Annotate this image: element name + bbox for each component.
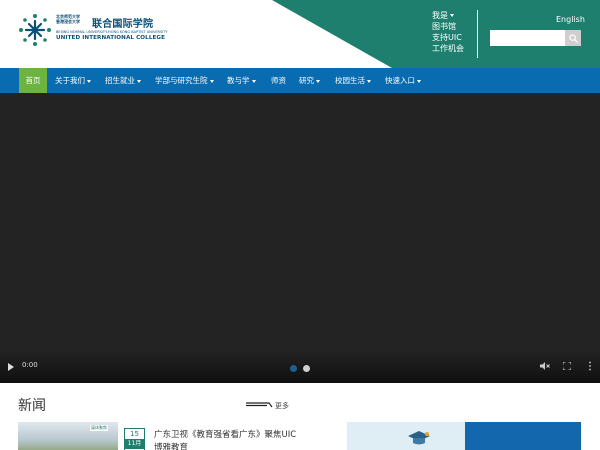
slide-dot-1[interactable] bbox=[290, 365, 297, 372]
search-input[interactable] bbox=[490, 30, 565, 46]
logo-partner-names: 北京师范大学 香港浸会大学 bbox=[56, 14, 92, 24]
chevron-down-icon bbox=[137, 79, 141, 83]
quick-link-iam-label: 我是 bbox=[432, 11, 448, 20]
chevron-down-icon bbox=[209, 79, 214, 83]
nav-item-about[interactable]: 关于我们 bbox=[55, 68, 91, 93]
news-headline-link[interactable]: 广东卫视《教育强省看广东》聚焦UIC博雅教育 bbox=[154, 429, 304, 450]
nav-item-research[interactable]: 研究 bbox=[299, 68, 320, 93]
chevron-down-icon bbox=[316, 79, 320, 83]
search-icon bbox=[568, 33, 578, 43]
news-thumbnail[interactable]: 媒体聚焦 bbox=[18, 422, 118, 450]
news-more-link[interactable]: 更多 bbox=[245, 400, 295, 412]
nav-item-faculties-label: 学部与研究生院 bbox=[155, 76, 208, 85]
site-header: 北京师范大学 香港浸会大学 联合国际学院 BEIJING NORMAL UNIV… bbox=[0, 0, 600, 68]
nav-item-quick-access[interactable]: 快速入口 bbox=[385, 68, 421, 93]
slide-dot-2[interactable] bbox=[303, 365, 310, 372]
nav-item-admissions[interactable]: 招生就业 bbox=[105, 68, 141, 93]
nav-item-faculty-staff[interactable]: 师资 bbox=[271, 68, 286, 93]
arrow-right-icon bbox=[246, 402, 273, 408]
chevron-down-icon bbox=[87, 79, 91, 83]
logo-english-partners: BEIJING NORMAL UNIVERSITY-HONG KONG BAPT… bbox=[56, 30, 168, 34]
video-controls: 0:00 bbox=[0, 349, 600, 383]
chevron-down-icon bbox=[367, 79, 371, 83]
nav-item-about-label: 关于我们 bbox=[55, 76, 85, 85]
nav-item-teaching[interactable]: 教与学 bbox=[227, 68, 256, 93]
quick-link-library[interactable]: 图书馆 bbox=[432, 21, 472, 32]
news-thumbnail-label: 媒体聚焦 bbox=[90, 425, 108, 431]
chevron-down-icon bbox=[450, 14, 454, 17]
hero-video[interactable]: 0:00 bbox=[0, 93, 600, 383]
nav-item-teaching-label: 教与学 bbox=[227, 76, 250, 85]
header-divider bbox=[477, 10, 478, 58]
quick-link-jobs[interactable]: 工作机会 bbox=[432, 43, 472, 54]
play-icon[interactable] bbox=[8, 363, 14, 371]
nav-item-campus-life[interactable]: 校园生活 bbox=[335, 68, 371, 93]
side-banner-illustration bbox=[347, 422, 465, 450]
logo-chinese-name: 联合国际学院 bbox=[92, 19, 154, 30]
graduation-cap-icon bbox=[408, 431, 430, 445]
nav-item-faculties[interactable]: 学部与研究生院 bbox=[155, 68, 214, 93]
mute-icon[interactable] bbox=[540, 361, 550, 371]
logo-english-name: UNITED INTERNATIONAL COLLEGE bbox=[56, 35, 166, 41]
language-switch-link[interactable]: English bbox=[556, 15, 585, 24]
news-more-label: 更多 bbox=[275, 402, 289, 410]
side-banner-panel bbox=[465, 422, 581, 450]
nav-item-admissions-label: 招生就业 bbox=[105, 76, 135, 85]
nav-item-home[interactable]: 首页 bbox=[19, 68, 47, 93]
news-date-badge: 15 11月 bbox=[124, 428, 145, 450]
nav-item-research-label: 研究 bbox=[299, 76, 314, 85]
search-box bbox=[490, 30, 581, 46]
nav-item-campus-life-label: 校园生活 bbox=[335, 76, 365, 85]
nav-item-quick-access-label: 快速入口 bbox=[385, 76, 415, 85]
chevron-down-icon bbox=[251, 79, 256, 83]
search-button[interactable] bbox=[565, 30, 581, 46]
page: 北京师范大学 香港浸会大学 联合国际学院 BEIJING NORMAL UNIV… bbox=[0, 0, 600, 450]
quick-link-support[interactable]: 支持UIC bbox=[432, 32, 472, 43]
chevron-down-icon bbox=[417, 79, 421, 83]
uic-emblem-icon[interactable] bbox=[17, 12, 53, 48]
video-time: 0:00 bbox=[22, 361, 38, 369]
quick-link-iam[interactable]: 我是 bbox=[432, 10, 472, 21]
side-banner[interactable] bbox=[347, 422, 581, 450]
fullscreen-icon[interactable] bbox=[563, 362, 571, 370]
logo-partner-hkbu: 香港浸会大学 bbox=[56, 19, 80, 24]
news-month: 11月 bbox=[125, 439, 144, 449]
quick-links: 我是 图书馆 支持UIC 工作机会 bbox=[432, 10, 472, 54]
menu-icon[interactable] bbox=[588, 361, 592, 371]
main-nav: 首页 关于我们 招生就业 学部与研究生院 教与学 师资 研究 校园生活 快速入口 bbox=[0, 68, 600, 93]
news-section-title: 新闻 bbox=[18, 398, 46, 414]
news-day: 15 bbox=[130, 430, 139, 438]
